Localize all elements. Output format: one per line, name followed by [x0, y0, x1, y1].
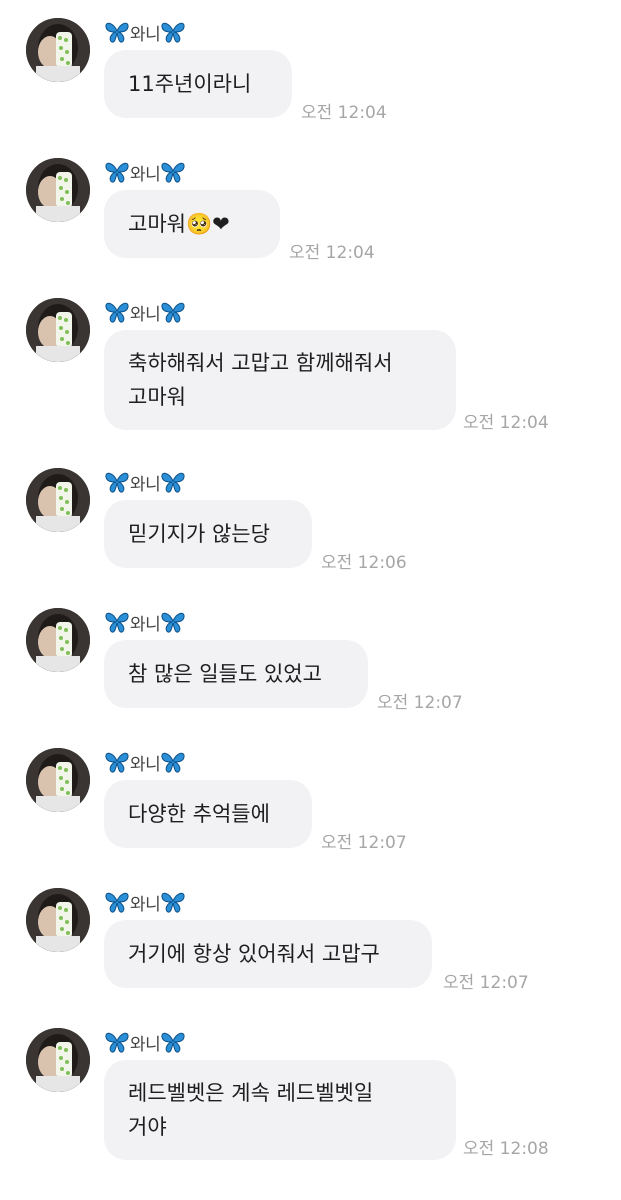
sender-name: 와니 — [104, 750, 186, 775]
message-time: 오전 12:04 — [301, 103, 387, 123]
message-bubble[interactable]: 11주년이라니 — [104, 50, 292, 118]
message-time: 오전 12:04 — [463, 413, 549, 433]
message-time: 오전 12:04 — [289, 243, 375, 263]
sender-name: 와니 — [104, 300, 186, 325]
message-text-line: 거야 — [128, 1115, 167, 1139]
butterfly-icon — [105, 612, 129, 633]
sender-name-text: 와니 — [130, 1034, 161, 1055]
sender-name: 와니 — [104, 160, 186, 185]
sender-name: 와니 — [104, 1030, 186, 1055]
butterfly-icon — [161, 22, 185, 43]
message-text-line: 축하해줘서 고맙고 함께해줘서 — [128, 351, 393, 375]
sender-name-text: 와니 — [130, 164, 161, 185]
message-bubble[interactable]: 참 많은 일들도 있었고 — [104, 640, 368, 708]
butterfly-icon — [105, 752, 129, 773]
butterfly-icon — [161, 472, 185, 493]
butterfly-icon — [105, 162, 129, 183]
message-time: 오전 12:07 — [443, 973, 529, 993]
butterfly-icon — [161, 302, 185, 323]
butterfly-icon — [105, 892, 129, 913]
message-text: 참 많은 일들도 있었고 — [128, 662, 322, 686]
message-text-line: 고마워 — [128, 385, 186, 409]
butterfly-icon — [161, 892, 185, 913]
avatar[interactable] — [26, 468, 90, 532]
sender-name-text: 와니 — [130, 894, 161, 915]
avatar[interactable] — [26, 1028, 90, 1092]
butterfly-icon — [105, 302, 129, 323]
sender-name-text: 와니 — [130, 614, 161, 635]
sender-name: 와니 — [104, 890, 186, 915]
butterfly-icon — [161, 162, 185, 183]
message-text: 11주년이라니 — [128, 72, 252, 96]
butterfly-icon — [161, 612, 185, 633]
message-bubble[interactable]: 고마워🥺❤ — [104, 190, 280, 258]
message-text: 다양한 추억들에 — [128, 802, 270, 826]
message-time: 오전 12:07 — [377, 693, 463, 713]
message-text: 거기에 항상 있어줘서 고맙구 — [128, 942, 380, 966]
sender-name-text: 와니 — [130, 474, 161, 495]
avatar[interactable] — [26, 608, 90, 672]
message-bubble[interactable]: 레드벨벳은 계속 레드벨벳일 거야 — [104, 1060, 456, 1160]
message-bubble[interactable]: 다양한 추억들에 — [104, 780, 312, 848]
avatar[interactable] — [26, 748, 90, 812]
avatar[interactable] — [26, 298, 90, 362]
avatar[interactable] — [26, 18, 90, 82]
avatar[interactable] — [26, 888, 90, 952]
sender-name: 와니 — [104, 470, 186, 495]
butterfly-icon — [161, 752, 185, 773]
butterfly-icon — [105, 1032, 129, 1053]
message-bubble[interactable]: 거기에 항상 있어줘서 고맙구 — [104, 920, 432, 988]
butterfly-icon — [161, 1032, 185, 1053]
sender-name-text: 와니 — [130, 754, 161, 775]
message-text: 믿기지가 않는당 — [128, 522, 270, 546]
message-time: 오전 12:08 — [463, 1139, 549, 1159]
sender-name-text: 와니 — [130, 24, 161, 45]
message-time: 오전 12:06 — [321, 553, 407, 573]
message-time: 오전 12:07 — [321, 833, 407, 853]
message-text: 고마워🥺❤ — [128, 212, 230, 236]
sender-name: 와니 — [104, 20, 186, 45]
sender-name-text: 와니 — [130, 304, 161, 325]
sender-name: 와니 — [104, 610, 186, 635]
message-text-line: 레드벨벳은 계속 레드벨벳일 — [128, 1081, 374, 1105]
avatar[interactable] — [26, 158, 90, 222]
message-bubble[interactable]: 축하해줘서 고맙고 함께해줘서 고마워 — [104, 330, 456, 430]
butterfly-icon — [105, 472, 129, 493]
butterfly-icon — [105, 22, 129, 43]
message-bubble[interactable]: 믿기지가 않는당 — [104, 500, 312, 568]
